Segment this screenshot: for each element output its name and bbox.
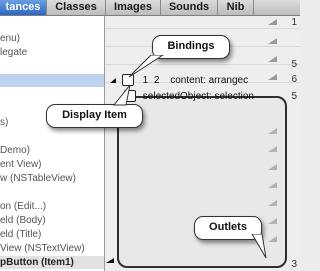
tab-bar: tances Classes Images Sounds Nib	[0, 0, 300, 16]
outline-row[interactable]: w (NSTableView)	[0, 172, 104, 185]
callout-pointer	[112, 84, 131, 106]
tab-instances[interactable]: tances	[0, 0, 47, 15]
tab-images[interactable]: Images	[106, 0, 161, 15]
outline-row[interactable]	[0, 18, 104, 31]
outline-row[interactable]	[0, 186, 104, 199]
outline-row[interactable]	[0, 60, 104, 73]
connection-count: 5	[291, 91, 297, 102]
binding-keypath: selectedObject: selection	[142, 90, 254, 102]
disclosure-triangle-icon[interactable]	[268, 19, 277, 25]
triangle-icon	[110, 77, 116, 83]
binding-row-selected-object[interactable]: selectedObject: selection	[124, 90, 254, 102]
outline-row[interactable]: eld (Body)	[0, 214, 104, 227]
tab-nib[interactable]: Nib	[218, 0, 254, 15]
outline-row-current[interactable]: pButton (Item1)	[0, 256, 104, 269]
connection-count: 3	[291, 259, 297, 270]
disclosure-triangle-icon[interactable]	[268, 56, 277, 62]
connection-count: 5	[291, 59, 297, 70]
connection-count: 1	[291, 17, 297, 28]
outline-row[interactable]: ent View)	[0, 158, 104, 171]
outline-row[interactable]: legate	[0, 46, 104, 59]
outline-row[interactable]: on (Edit...)	[0, 200, 104, 213]
outline-view[interactable]: enu) legate s) Demo) ent View) w (NSTabl…	[0, 16, 104, 271]
outline-row[interactable]: View (NSTextView)	[0, 242, 104, 255]
outline-row[interactable]: eld (Title)	[0, 228, 104, 241]
binding-keypath: content: arrangec	[170, 74, 249, 86]
disclosure-triangle-icon[interactable]	[268, 74, 277, 80]
callout-pointer	[251, 234, 267, 259]
triangle-icon	[106, 258, 114, 263]
tab-classes[interactable]: Classes	[47, 0, 106, 15]
divider	[105, 28, 300, 29]
callout-display-item: Display Item	[46, 104, 143, 128]
tab-sounds[interactable]: Sounds	[161, 0, 218, 15]
connection-count: 6	[291, 74, 297, 85]
outline-row[interactable]: enu)	[0, 32, 104, 45]
outline-row[interactable]	[0, 130, 104, 143]
callout-pointer	[128, 55, 164, 78]
outline-row[interactable]: Demo)	[0, 144, 104, 157]
outline-row-selected[interactable]	[0, 74, 104, 87]
disclosure-triangle-icon[interactable]	[268, 38, 277, 44]
outline-row[interactable]	[0, 88, 104, 101]
